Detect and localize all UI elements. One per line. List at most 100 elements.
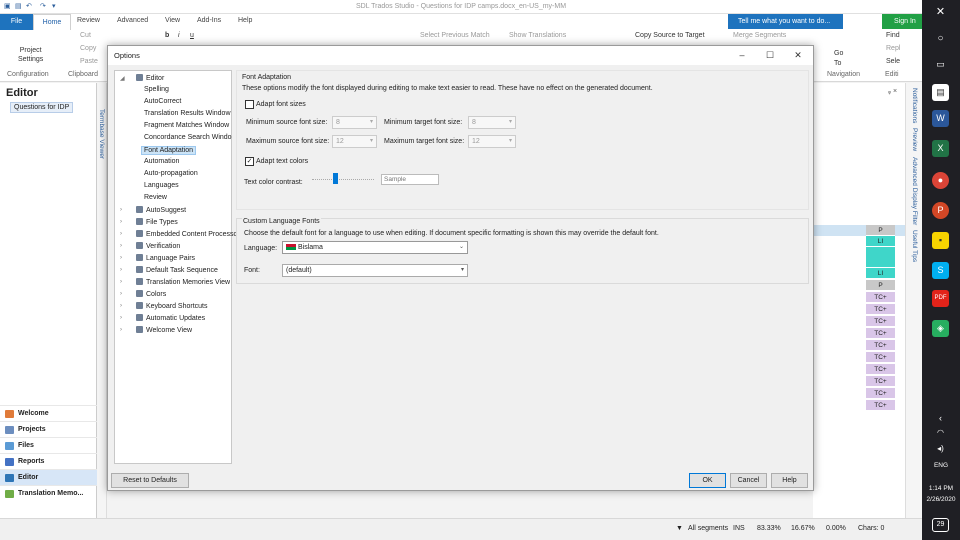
tree-item-font-adaptation[interactable]: Font Adaptation — [141, 146, 197, 155]
ok-button[interactable]: OK — [689, 473, 726, 488]
task-view-icon[interactable]: ▭ — [932, 56, 949, 73]
copy-source-to-target-button[interactable]: Copy Source to Target — [635, 32, 705, 39]
pdf-icon[interactable]: PDF — [932, 290, 949, 307]
expand-icon[interactable]: › — [120, 303, 122, 309]
expand-icon[interactable]: › — [120, 267, 122, 273]
tree-item-editor[interactable]: Editor — [136, 74, 164, 82]
segment-status-cell[interactable]: TC+ — [866, 388, 895, 399]
excel-icon[interactable]: X — [932, 140, 949, 157]
select-previous-match-button[interactable]: Select Previous Match — [420, 32, 490, 39]
segment-status-cell[interactable]: P — [866, 225, 895, 236]
tree-item-language-pairs[interactable]: Language Pairs — [136, 254, 195, 262]
tree-item-colors[interactable]: Colors — [136, 290, 166, 298]
notification-center-icon[interactable]: 29 — [932, 518, 949, 532]
expand-icon[interactable]: › — [120, 207, 122, 213]
min-source-select[interactable]: 8 ▾ — [332, 116, 377, 129]
tree-item-translation-results-window[interactable]: Translation Results Window — [144, 110, 231, 117]
maximize-icon[interactable]: ☐ — [756, 48, 784, 62]
segment-status-cell[interactable]: TC+ — [866, 316, 895, 327]
tab-useful-tips[interactable]: Useful Tips — [911, 230, 918, 262]
nav-reports[interactable]: Reports — [0, 453, 97, 469]
segment-status-cell[interactable]: LI — [866, 268, 895, 279]
tell-me-search[interactable]: Tell me what you want to do... — [728, 14, 843, 29]
tab-add-ins[interactable]: Add-Ins — [197, 17, 221, 24]
search-icon[interactable]: ○ — [932, 30, 949, 47]
tree-item-fragment-matches-window[interactable]: Fragment Matches Window — [144, 122, 229, 129]
tree-item-verification[interactable]: Verification — [136, 242, 180, 250]
segment-status-cell[interactable]: TC+ — [866, 340, 895, 351]
show-translations-button[interactable]: Show Translations — [509, 32, 566, 39]
tree-item-autosuggest[interactable]: AutoSuggest — [136, 206, 186, 214]
go-to-button[interactable]: Go To — [834, 49, 843, 69]
segment-status-cell[interactable]: TC+ — [866, 400, 895, 411]
tree-item-spelling[interactable]: Spelling — [144, 86, 169, 93]
merge-segments-button[interactable]: Merge Segments — [733, 32, 786, 39]
select-button[interactable]: Sele — [886, 58, 900, 65]
termbase-viewer-tab[interactable]: Termbase Viewer — [97, 83, 107, 518]
wifi-icon[interactable]: ◠ — [932, 424, 949, 441]
segment-status-cell[interactable]: P — [866, 280, 895, 291]
font-select[interactable]: (default) ▾ — [282, 264, 468, 277]
tree-item-automation[interactable]: Automation — [144, 158, 179, 165]
segment-status-cell[interactable]: TC+ — [866, 364, 895, 375]
expand-icon[interactable]: › — [120, 279, 122, 285]
tree-item-default-task-sequence[interactable]: Default Task Sequence — [136, 266, 218, 274]
expand-icon[interactable]: › — [120, 219, 122, 225]
tree-item-automatic-updates[interactable]: Automatic Updates — [136, 314, 205, 322]
input-language[interactable]: ENG — [922, 462, 960, 469]
tab-view[interactable]: View — [165, 17, 180, 24]
expand-icon[interactable]: › — [120, 243, 122, 249]
tree-item-embedded-content-processo[interactable]: Embedded Content Processo — [136, 230, 237, 238]
tab-review[interactable]: Review — [77, 17, 100, 24]
segment-status-cell[interactable]: TC+ — [866, 328, 895, 339]
nav-welcome[interactable]: Welcome — [0, 405, 97, 421]
nav-files[interactable]: Files — [0, 437, 97, 453]
tree-item-autocorrect[interactable]: AutoCorrect — [144, 98, 181, 105]
tree-item-file-types[interactable]: File Types — [136, 218, 178, 226]
collapse-icon[interactable]: ◢ — [120, 75, 125, 82]
expand-icon[interactable]: › — [120, 327, 122, 333]
tab-advanced-display-filter[interactable]: Advanced Display Filter — [911, 157, 918, 225]
max-source-select[interactable]: 12 ▾ — [332, 135, 377, 148]
pane-pin-icon[interactable]: ᵩ × — [888, 88, 897, 95]
tab-help[interactable]: Help — [238, 17, 252, 24]
contrast-slider-track[interactable] — [312, 179, 374, 181]
powerpoint-icon[interactable]: P — [932, 202, 949, 219]
tree-item-keyboard-shortcuts[interactable]: Keyboard Shortcuts — [136, 302, 207, 310]
trados-taskbar-icon[interactable]: ◈ — [932, 320, 949, 337]
tree-item-languages[interactable]: Languages — [144, 182, 179, 189]
sticky-notes-icon[interactable]: ▪ — [932, 232, 949, 249]
italic-button[interactable]: i — [178, 32, 180, 39]
segment-filter-status[interactable]: All segments — [688, 525, 728, 532]
volume-icon[interactable]: ◂) — [932, 440, 949, 457]
close-icon[interactable]: ✕ — [932, 4, 949, 21]
chrome-icon[interactable]: ● — [932, 172, 949, 189]
nav-editor[interactable]: Editor — [0, 469, 97, 485]
segment-status-cell[interactable]: LI — [866, 236, 895, 247]
segment-status-cell[interactable]: TC+ — [866, 304, 895, 315]
contrast-slider-thumb[interactable] — [333, 173, 338, 184]
tree-item-welcome-view[interactable]: Welcome View — [136, 326, 192, 334]
reset-to-defaults-button[interactable]: Reset to Defaults — [111, 473, 189, 488]
help-button[interactable]: Help — [771, 473, 808, 488]
skype-icon[interactable]: S — [932, 262, 949, 279]
replace-button[interactable]: Repl — [886, 45, 900, 52]
find-button[interactable]: Find — [886, 32, 900, 39]
nav-translation-memories[interactable]: Translation Memo... — [0, 485, 97, 501]
expand-icon[interactable]: › — [120, 291, 122, 297]
project-file-item[interactable]: Questions for IDP — [10, 102, 74, 113]
dialog-close-icon[interactable]: ✕ — [784, 48, 812, 62]
tree-item-review[interactable]: Review — [144, 194, 167, 201]
clock-date[interactable]: 2/26/2020 — [922, 496, 960, 503]
max-target-select[interactable]: 12 ▾ — [468, 135, 516, 148]
expand-icon[interactable]: › — [120, 231, 122, 237]
minimize-icon[interactable]: – — [728, 48, 756, 62]
nav-projects[interactable]: Projects — [0, 421, 97, 437]
adapt-font-sizes-checkbox[interactable] — [245, 100, 254, 109]
underline-button[interactable]: u — [190, 32, 194, 39]
word-icon[interactable]: W — [932, 110, 949, 127]
segment-status-cell[interactable]: TC+ — [866, 292, 895, 303]
tab-home[interactable]: Home — [33, 14, 71, 31]
cut-button[interactable]: Cut — [80, 32, 91, 39]
filter-icon[interactable]: ▼ — [676, 525, 683, 532]
